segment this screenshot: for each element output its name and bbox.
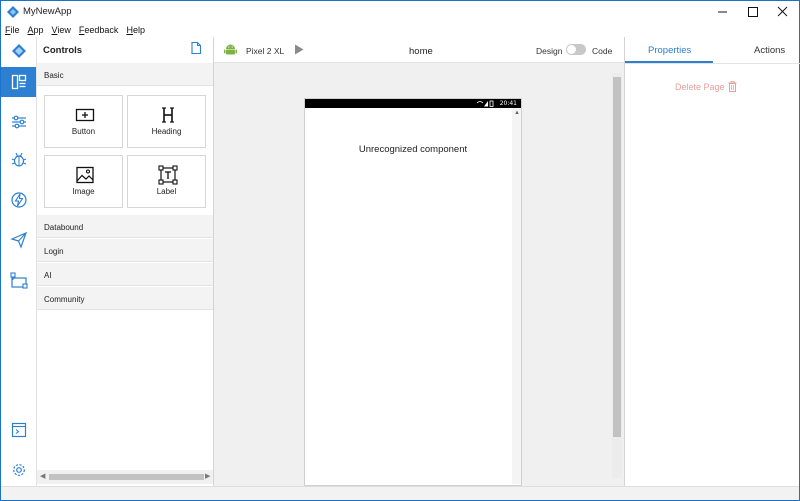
sliders-icon (11, 115, 26, 129)
canvas-toolbar: Pixel 2 XL home Design Code (214, 37, 624, 63)
window-title: MyNewApp (23, 6, 72, 17)
lightning-icon (10, 192, 27, 208)
menu-view[interactable]: View (52, 25, 71, 35)
scrollbar-thumb[interactable] (49, 474, 204, 480)
tile-label[interactable]: Label (127, 155, 206, 208)
design-label: Design (536, 46, 563, 56)
controls-horizontal-scrollbar[interactable]: ◀ ▶ (37, 470, 213, 484)
rail-output-button[interactable] (1, 415, 36, 445)
device-selector[interactable]: Pixel 2 XL (246, 46, 284, 56)
menu-help[interactable]: Help (126, 25, 145, 35)
phone-preview: 20:41 ▲ Unrecognized component (304, 98, 522, 486)
phone-clock: 20:41 (499, 100, 517, 107)
controls-header: Controls (37, 37, 213, 63)
new-page-icon[interactable] (190, 41, 202, 55)
section-basic[interactable]: Basic (37, 63, 213, 86)
menu-app[interactable]: App (28, 25, 44, 35)
rail-settings-button[interactable] (1, 455, 36, 485)
menu-file[interactable]: File (5, 25, 20, 35)
tile-heading-label: Heading (151, 127, 182, 136)
section-community[interactable]: Community (37, 287, 213, 310)
menu-bar: File App View Feedback Help (1, 23, 799, 37)
tab-divider (625, 63, 800, 64)
close-button[interactable] (768, 1, 798, 23)
design-canvas: Pixel 2 XL home Design Code 20:41 ▲ Unre (214, 37, 624, 486)
page-name: home (409, 46, 433, 57)
section-login[interactable]: Login (37, 239, 213, 262)
app-window: MyNewApp File App View Feedback Help Con… (0, 0, 800, 501)
send-icon (9, 231, 27, 249)
tile-label-label: Label (156, 187, 177, 196)
flow-icon (9, 272, 28, 289)
tab-properties[interactable]: Properties (648, 45, 691, 56)
design-code-toggle[interactable] (566, 44, 586, 55)
controls-title: Controls (43, 45, 83, 56)
trash-icon (728, 81, 737, 92)
button-icon (75, 108, 95, 122)
tab-actions[interactable]: Actions (754, 45, 785, 56)
phone-scrollbar[interactable]: ▲ (512, 108, 521, 484)
phone-status-bar: 20:41 (305, 99, 521, 108)
rail-debug-button[interactable] (1, 145, 36, 175)
tile-image-label: Image (72, 187, 95, 196)
tile-image[interactable]: Image (44, 155, 123, 208)
terminal-icon (11, 422, 26, 438)
scroll-left-icon[interactable]: ◀ (40, 472, 45, 480)
canvas-scrollbar-thumb[interactable] (613, 77, 621, 437)
app-logo-icon (11, 44, 26, 58)
unrecognized-message: Unrecognized component (358, 144, 468, 155)
left-rail (1, 37, 37, 486)
tile-button[interactable]: Button (44, 95, 123, 148)
bug-icon (11, 152, 26, 167)
scroll-right-icon[interactable]: ▶ (205, 472, 210, 480)
title-bar: MyNewApp (1, 1, 799, 23)
code-label: Code (592, 46, 613, 56)
scroll-up-icon[interactable]: ▲ (514, 110, 520, 116)
minimize-button[interactable] (708, 1, 738, 23)
rail-api-button[interactable] (1, 185, 36, 215)
section-ai[interactable]: AI (37, 263, 213, 286)
signal-battery-icon (477, 100, 494, 107)
android-icon (224, 44, 237, 55)
rail-flow-button[interactable] (1, 265, 36, 295)
rail-publish-button[interactable] (1, 225, 36, 255)
maximize-icon (748, 7, 758, 17)
controls-icon (11, 74, 26, 90)
play-icon[interactable] (294, 44, 304, 55)
rail-logo (1, 37, 36, 65)
tile-heading[interactable]: Heading (127, 95, 206, 148)
status-bar (1, 486, 799, 500)
close-icon (777, 6, 788, 17)
minimize-icon (718, 11, 727, 13)
image-icon (76, 166, 94, 184)
app-logo-icon (7, 6, 19, 18)
menu-feedback[interactable]: Feedback (79, 25, 119, 35)
heading-icon (162, 107, 174, 123)
properties-panel: Properties Actions Delete Page (624, 37, 800, 486)
delete-page-button[interactable]: Delete Page (675, 81, 737, 92)
delete-page-label: Delete Page (675, 82, 725, 92)
section-databound[interactable]: Databound (37, 215, 213, 238)
tile-button-label: Button (71, 127, 96, 136)
maximize-button[interactable] (738, 1, 768, 23)
gear-icon (12, 464, 25, 476)
rail-properties-button[interactable] (1, 107, 36, 137)
label-icon (158, 165, 178, 185)
rail-controls-button[interactable] (1, 67, 36, 97)
canvas-vertical-scrollbar[interactable] (612, 73, 622, 478)
controls-panel: Controls Basic Button Heading Image Labe… (37, 37, 214, 486)
